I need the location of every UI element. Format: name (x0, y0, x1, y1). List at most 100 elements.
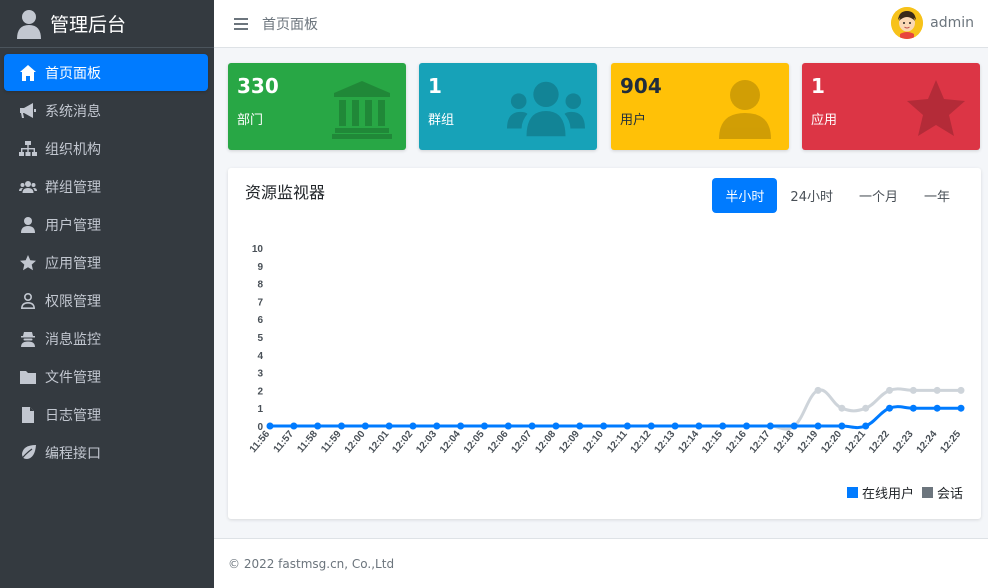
sidebar-item-organization[interactable]: 组织机构 (4, 130, 208, 167)
series-point-0 (409, 422, 417, 430)
sidebar-item-message-monitor[interactable]: 消息监控 (4, 320, 208, 357)
menu-toggle-icon[interactable] (234, 17, 248, 30)
avatar (891, 7, 924, 39)
series-point-0 (814, 422, 822, 430)
x-tick-label: 12:15 (700, 429, 725, 456)
sidebar-item-label: 首页面板 (45, 65, 101, 82)
x-tick-label: 12:16 (724, 429, 749, 456)
y-tick-label: 9 (257, 262, 263, 273)
tab-24-hours[interactable]: 24小时 (777, 178, 846, 213)
series-point-0 (314, 422, 322, 430)
x-tick-label: 12:05 (462, 429, 487, 456)
x-tick-label: 12:03 (414, 429, 439, 456)
legend-item-sessions[interactable]: 会话 (921, 483, 963, 502)
sidebar-item-groups[interactable]: 群组管理 (4, 168, 208, 205)
y-tick-label: 8 (257, 280, 263, 291)
series-point-0 (433, 422, 441, 430)
sidebar: 管理后台 首页面板 系统消息 组织机构 群组管理 用户管理 应用管理 权限管理 … (0, 0, 214, 588)
monitor-title: 资源监视器 (245, 183, 326, 202)
series-point-0 (504, 422, 512, 430)
x-tick-label: 12:21 (843, 429, 868, 456)
username: admin (930, 15, 974, 31)
user-icon (18, 216, 38, 234)
brand[interactable]: 管理后台 (0, 0, 214, 48)
legend-item-online-users[interactable]: 在线用户 (846, 483, 914, 502)
x-tick-label: 12:11 (605, 429, 630, 456)
footer: © 2022 fastmsg.cn, Co.,Ltd (214, 538, 988, 588)
stat-card-users[interactable]: 904 用户 (611, 63, 789, 150)
legend-label: 会话 (936, 487, 963, 502)
user-menu[interactable]: admin (891, 7, 974, 39)
sidebar-item-label: 文件管理 (45, 369, 101, 386)
sidebar-item-permissions[interactable]: 权限管理 (4, 282, 208, 319)
breadcrumb: 首页面板 (262, 16, 318, 33)
sidebar-item-system-messages[interactable]: 系统消息 (4, 92, 208, 129)
series-point-1 (838, 404, 846, 412)
x-tick-label: 12:04 (438, 429, 463, 456)
y-tick-label: 10 (252, 244, 264, 255)
tab-half-hour[interactable]: 半小时 (712, 178, 778, 213)
leaf-icon (18, 444, 38, 462)
sidebar-item-label: 组织机构 (45, 141, 101, 158)
chart-legend: 在线用户 会话 (839, 483, 963, 502)
x-tick-label: 11:57 (272, 429, 297, 456)
stat-label: 群组 (428, 113, 455, 128)
y-tick-label: 5 (257, 333, 263, 344)
x-tick-label: 12:24 (915, 429, 940, 456)
footer-copyright: © 2022 fastmsg.cn, Co.,Ltd (228, 556, 395, 571)
x-tick-label: 12:18 (772, 429, 797, 456)
series-point-0 (671, 422, 679, 430)
stat-label: 用户 (620, 113, 647, 128)
series-point-0 (337, 422, 345, 430)
sidebar-item-files[interactable]: 文件管理 (4, 358, 208, 395)
resource-line-chart: 01234567891011:56 11:57 11:58 11:5912:0012:… (248, 244, 965, 456)
series-point-0 (385, 422, 393, 430)
series-point-0 (743, 422, 751, 430)
series-point-1 (933, 386, 941, 394)
x-tick-label: 12:08 (533, 429, 558, 456)
series-point-0 (933, 404, 941, 412)
x-tick-label: 12:02 (390, 429, 415, 456)
series-point-1 (862, 404, 870, 412)
sidebar-item-logs[interactable]: 日志管理 (4, 396, 208, 433)
tab-one-month[interactable]: 一个月 (846, 178, 911, 213)
series-point-0 (719, 422, 727, 430)
users-icon (18, 178, 38, 196)
legend-label: 在线用户 (861, 487, 914, 502)
tab-one-year[interactable]: 一年 (911, 178, 963, 213)
series-point-1 (886, 386, 894, 394)
x-tick-label: 12:13 (652, 429, 677, 456)
stat-card-groups[interactable]: 1 群组 (419, 63, 597, 150)
sidebar-item-users[interactable]: 用户管理 (4, 206, 208, 243)
x-tick-label: 12:10 (581, 429, 606, 456)
user-secret-icon (18, 330, 38, 348)
stat-card-departments[interactable]: 330 部门 (228, 63, 406, 150)
series-point-0 (576, 422, 584, 430)
stat-value: 1 (811, 74, 825, 98)
x-tick-label: 12:01 (367, 429, 392, 456)
stat-card-apps[interactable]: 1 应用 (802, 63, 980, 150)
series-point-0 (790, 422, 798, 430)
x-tick-label: 12:22 (867, 429, 892, 456)
sidebar-item-label: 权限管理 (45, 293, 101, 310)
sidebar-nav: 首页面板 系统消息 组织机构 群组管理 用户管理 应用管理 权限管理 消息监控 (0, 48, 214, 471)
sidebar-item-dashboard[interactable]: 首页面板 (4, 54, 208, 91)
series-point-0 (290, 422, 298, 430)
stat-value: 904 (620, 74, 662, 98)
series-point-0 (647, 422, 655, 430)
x-tick-label: 12:14 (676, 429, 701, 456)
legend-swatch (846, 487, 858, 498)
sidebar-item-label: 系统消息 (45, 103, 101, 120)
x-tick-label: 12:23 (891, 429, 916, 456)
legend-swatch (921, 487, 933, 498)
sitemap-icon (18, 140, 38, 158)
series-point-0 (695, 422, 703, 430)
series-point-0 (552, 422, 560, 430)
time-range-tabs: 半小时 24小时 一个月 一年 (712, 178, 963, 213)
sidebar-item-apps[interactable]: 应用管理 (4, 244, 208, 281)
sidebar-item-api[interactable]: 编程接口 (4, 434, 208, 471)
series-point-0 (909, 404, 917, 412)
y-tick-label: 4 (257, 351, 263, 362)
series-line-1 (269, 387, 961, 431)
series-point-0 (528, 422, 536, 430)
